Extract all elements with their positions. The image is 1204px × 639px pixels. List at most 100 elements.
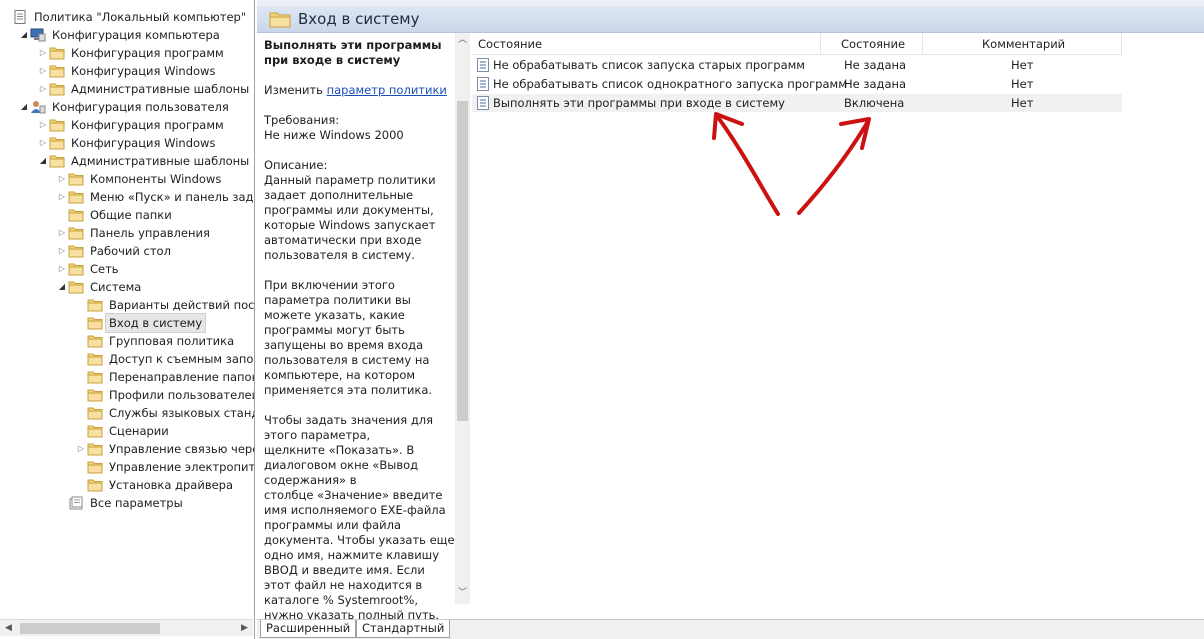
tree-item[interactable]: Службы языковых стандар — [75, 404, 254, 422]
policy-setting-icon — [477, 77, 489, 91]
scroll-thumb[interactable] — [20, 623, 160, 634]
tree-item[interactable]: Меню «Пуск» и панель задач — [56, 188, 254, 206]
all-settings-icon — [69, 496, 83, 510]
p3-part-c: столбце «Значение» введите имя исполняем… — [264, 488, 455, 619]
tree-item-label: Групповая политика — [109, 334, 235, 348]
tree-item[interactable]: Управление связью через — [75, 440, 255, 458]
description-block: Описание: Данный параметр политики задае… — [264, 158, 455, 263]
tree-item-label: Вход в систему — [104, 313, 207, 333]
tree-item[interactable]: Конфигурация Windows — [37, 134, 218, 152]
column-separator[interactable] — [922, 33, 923, 55]
tree-item[interactable]: Панель управления — [56, 224, 213, 242]
tree-item[interactable]: Компоненты Windows — [56, 170, 224, 188]
tree-item-label: Политика "Локальный компьютер" — [34, 10, 247, 24]
scroll-left-arrow-icon[interactable]: ◀ — [0, 620, 17, 637]
policy-row[interactable]: Выполнять эти программы при входе в сист… — [472, 94, 1122, 112]
policy-state: Не задана — [844, 58, 907, 72]
tree-item[interactable]: Общие папки — [56, 206, 175, 224]
folder-icon — [49, 155, 65, 168]
tree-item-label: Конфигурация программ — [71, 118, 224, 132]
tree-item[interactable]: Доступ к съемным запоми — [75, 350, 255, 368]
tree-item[interactable]: Административные шаблоны — [37, 152, 252, 170]
requirements-value: Не ниже Windows 2000 — [264, 128, 404, 142]
collapsed-arrow-icon[interactable] — [56, 242, 68, 260]
tree-item[interactable]: Установка драйвера — [75, 476, 236, 494]
tree-item-label: Управление электропитан — [109, 460, 255, 474]
scroll-down-arrow-icon[interactable]: ﹀ — [455, 586, 470, 601]
tab-extended[interactable]: Расширенный — [260, 620, 357, 638]
section-title: Вход в систему — [298, 10, 420, 28]
scroll-thumb[interactable] — [457, 101, 468, 421]
collapsed-arrow-icon[interactable] — [56, 260, 68, 278]
tree-item[interactable]: Все параметры — [56, 494, 186, 512]
tree-item[interactable]: Перенаправление папок — [75, 368, 254, 386]
column-separator[interactable] — [820, 33, 821, 55]
expanded-arrow-icon[interactable] — [18, 26, 30, 44]
folder-icon — [87, 317, 103, 330]
column-separator[interactable] — [1121, 33, 1122, 55]
tree-item[interactable]: Сеть — [56, 260, 122, 278]
tree-item[interactable]: Групповая политика — [75, 332, 237, 350]
description-paragraph-3: Чтобы задать значения для этого параметр… — [264, 413, 455, 619]
expanded-arrow-icon[interactable] — [18, 98, 30, 116]
folder-icon — [68, 245, 84, 258]
tree-item[interactable]: Конфигурация Windows — [37, 62, 218, 80]
policy-name: Не обрабатывать список запуска старых пр… — [493, 58, 805, 72]
tree-item[interactable]: Профили пользователей — [75, 386, 254, 404]
collapsed-arrow-icon[interactable] — [37, 80, 49, 98]
tree-item-label: Компоненты Windows — [90, 172, 222, 186]
tree-item-label: Доступ к съемным запоми — [109, 352, 255, 366]
user-icon — [31, 101, 46, 114]
expanded-arrow-icon[interactable] — [37, 152, 49, 170]
tree-item[interactable]: Конфигурация пользователя — [18, 98, 232, 116]
collapsed-arrow-icon[interactable] — [37, 134, 49, 152]
tree-item[interactable]: Конфигурация программ — [37, 44, 227, 62]
collapsed-arrow-icon[interactable] — [37, 44, 49, 62]
collapsed-arrow-icon[interactable] — [56, 224, 68, 242]
tree-item[interactable]: Конфигурация компьютера — [18, 26, 223, 44]
folder-icon — [68, 173, 84, 186]
tree-item[interactable]: Конфигурация программ — [37, 116, 227, 134]
column-header-name[interactable]: Состояние — [478, 33, 542, 55]
collapsed-arrow-icon[interactable] — [56, 188, 68, 206]
tree-item[interactable]: Сценарии — [75, 422, 172, 440]
tree-item[interactable]: Рабочий стол — [56, 242, 174, 260]
tree-item-label: Управление связью через — [109, 442, 255, 456]
tab-standard[interactable]: Стандартный — [356, 620, 451, 638]
tree-item[interactable]: Вход в систему — [75, 313, 207, 333]
description-vertical-scrollbar[interactable]: ︿ ﹀ — [455, 33, 470, 604]
collapsed-arrow-icon[interactable] — [37, 116, 49, 134]
tree-item[interactable]: Управление электропитан — [75, 458, 255, 476]
edit-policy-link[interactable]: параметр политики — [327, 83, 447, 97]
policy-list: Состояние Состояние Комментарий Не обраб… — [472, 33, 1204, 619]
policy-row[interactable]: Не обрабатывать список запуска старых пр… — [472, 56, 1122, 74]
folder-icon — [49, 119, 65, 132]
tree-horizontal-scrollbar[interactable]: ◀ ▶ — [0, 619, 253, 636]
tree-item-label: Рабочий стол — [90, 244, 171, 258]
tree-item[interactable]: Административные шаблоны — [37, 80, 252, 98]
expanded-arrow-icon[interactable] — [56, 278, 68, 296]
column-header-state[interactable]: Состояние — [841, 33, 905, 55]
folder-icon — [68, 263, 84, 276]
policy-name: Выполнять эти программы при входе в сист… — [493, 96, 785, 110]
folder-icon — [87, 443, 103, 456]
collapsed-arrow-icon[interactable] — [56, 170, 68, 188]
view-tabs: Расширенный Стандартный — [257, 619, 1204, 639]
scroll-right-arrow-icon[interactable]: ▶ — [236, 620, 253, 637]
scroll-up-arrow-icon[interactable]: ︿ — [455, 33, 470, 48]
folder-icon — [87, 479, 103, 492]
column-header-comment[interactable]: Комментарий — [982, 33, 1065, 55]
tree-item[interactable]: Политика "Локальный компьютер" — [0, 8, 249, 26]
collapsed-arrow-icon[interactable] — [37, 62, 49, 80]
policy-name: Не обрабатывать список однократного запу… — [493, 77, 847, 91]
tree-item[interactable]: Система — [56, 278, 144, 296]
policy-row[interactable]: Не обрабатывать список однократного запу… — [472, 75, 1122, 93]
tree-item[interactable]: Варианты действий после — [75, 296, 254, 314]
folder-icon — [87, 371, 103, 384]
collapsed-arrow-icon[interactable] — [75, 440, 87, 458]
